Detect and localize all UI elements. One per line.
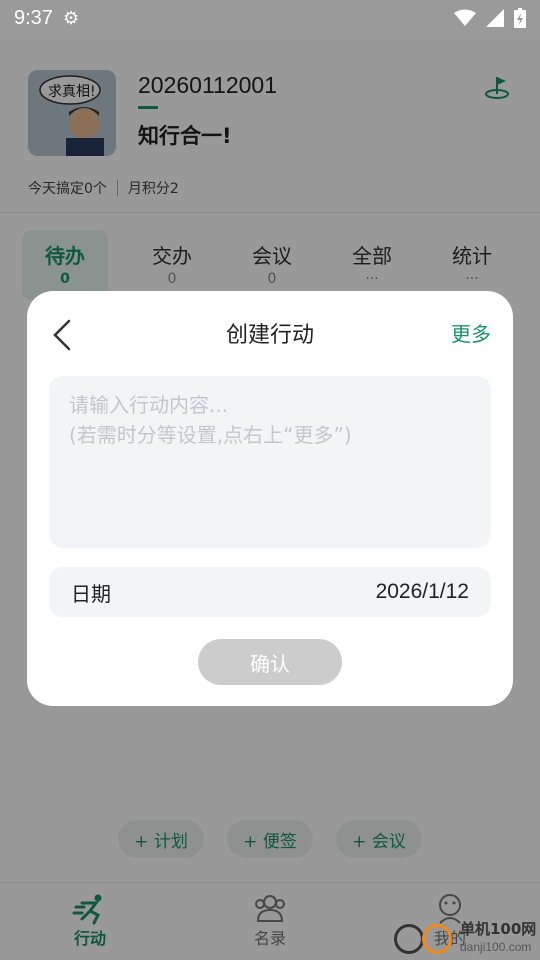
wifi-icon xyxy=(454,9,476,26)
date-label: 日期 xyxy=(71,581,111,606)
signal-icon xyxy=(486,9,504,27)
dialog-title: 创建行动 xyxy=(225,323,314,348)
orange-circle-icon xyxy=(422,924,452,954)
more-button[interactable]: 更多 xyxy=(451,318,491,347)
watermark-url: danji100.com xyxy=(460,940,532,954)
status-bar: 9:37 ⚙ xyxy=(0,0,540,36)
watermark-title: 单机100网 xyxy=(460,920,537,938)
watermark-logo: 单机100网 danji100.com xyxy=(392,916,540,960)
gear-icon: ⚙ xyxy=(62,7,80,29)
status-icons xyxy=(454,8,526,28)
battery-icon xyxy=(514,8,526,28)
date-field[interactable]: 日期 2026/1/12 xyxy=(49,567,491,617)
create-action-dialog: 创建行动 更多 日期 2026/1/12 确认 xyxy=(27,291,513,706)
plus-circle-icon xyxy=(394,924,424,954)
confirm-button[interactable]: 确认 xyxy=(198,639,342,685)
action-content-input[interactable] xyxy=(49,376,491,548)
date-value: 2026/1/12 xyxy=(375,580,469,603)
status-time: 9:37 xyxy=(14,6,53,29)
